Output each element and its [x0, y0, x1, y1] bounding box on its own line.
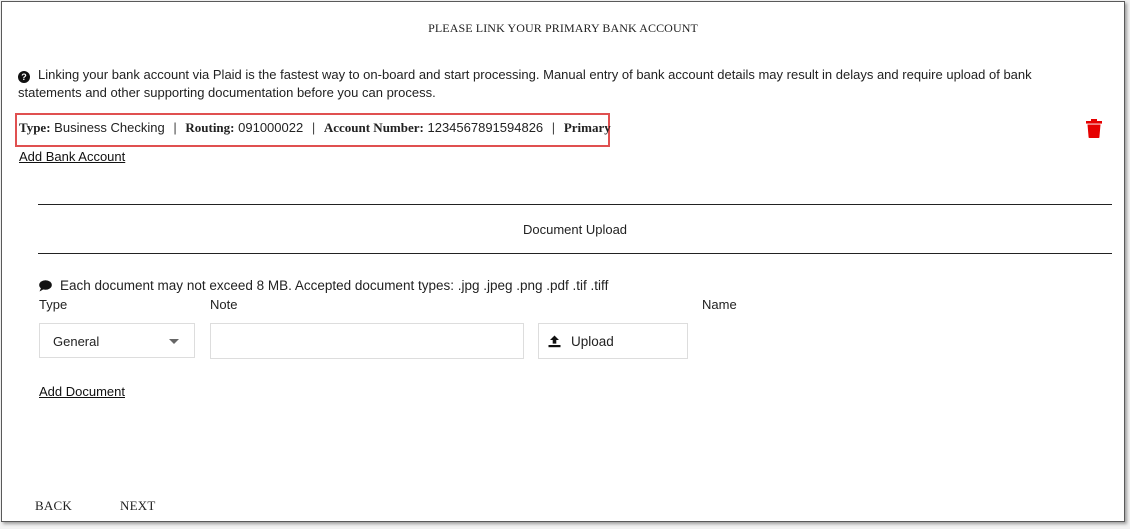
caret-down-icon	[169, 339, 179, 344]
document-requirements-note: Each document may not exceed 8 MB. Accep…	[39, 278, 608, 293]
back-button[interactable]: BACK	[35, 498, 72, 514]
account-number-label: Account Number:	[323, 120, 424, 135]
separator: |	[551, 120, 556, 135]
plaid-info-message: ? Linking your bank account via Plaid is …	[18, 66, 1098, 102]
separator: |	[311, 120, 316, 135]
note-column-label: Note	[210, 297, 238, 312]
section-divider	[38, 253, 1112, 254]
upload-label: Upload	[571, 334, 614, 349]
document-requirements-text: Each document may not exceed 8 MB. Accep…	[60, 278, 609, 293]
document-upload-title: Document Upload	[522, 222, 628, 237]
name-column-label: Name	[702, 297, 737, 312]
document-type-select[interactable]: General	[39, 323, 195, 358]
account-type-label: Type:	[19, 120, 51, 135]
document-note-input[interactable]	[210, 323, 524, 359]
type-column-label: Type	[39, 297, 68, 312]
question-circle-icon: ?	[18, 71, 30, 83]
next-button[interactable]: NEXT	[120, 498, 155, 514]
add-bank-account-link[interactable]: Add Bank Account	[19, 149, 125, 164]
upload-button[interactable]: Upload	[538, 323, 688, 359]
add-document-link[interactable]: Add Document	[39, 384, 125, 399]
upload-icon	[548, 335, 561, 348]
account-type-value: Business Checking	[54, 120, 165, 135]
page-title: PLEASE LINK YOUR PRIMARY BANK ACCOUNT	[428, 21, 698, 35]
trash-icon[interactable]	[1086, 119, 1102, 138]
routing-value: 091000022	[238, 120, 304, 135]
speech-bubble-icon	[39, 280, 52, 292]
separator: |	[173, 120, 177, 135]
account-number-value: 1234567891594826	[427, 120, 544, 135]
routing-label: Routing:	[185, 120, 235, 135]
section-divider	[38, 204, 1112, 205]
document-type-value: General	[53, 334, 100, 349]
primary-badge: Primary	[563, 120, 611, 135]
bank-account-summary: Type: Business Checking | Routing: 09100…	[19, 120, 611, 136]
bank-account-panel: PLEASE LINK YOUR PRIMARY BANK ACCOUNT ? L…	[1, 1, 1125, 522]
info-text: Linking your bank account via Plaid is t…	[18, 67, 1032, 100]
